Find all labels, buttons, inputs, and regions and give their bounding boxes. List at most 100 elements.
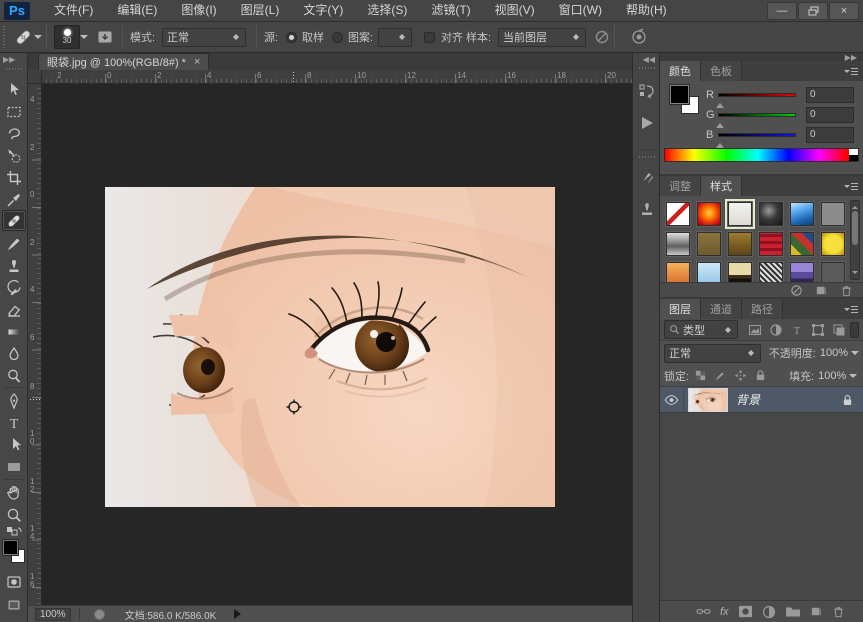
ruler-left[interactable]: 4 2 0 2 4 6 8 10 12 14 16	[28, 84, 42, 605]
style-swatch[interactable]	[697, 232, 721, 256]
style-swatch[interactable]	[790, 232, 814, 256]
new-style-button[interactable]	[815, 284, 828, 297]
tab-layers[interactable]: 图层	[660, 299, 701, 319]
tool-history-brush[interactable]	[2, 277, 26, 298]
opacity-control[interactable]: 100%	[820, 347, 859, 359]
filter-pixel-layers-icon[interactable]	[748, 323, 762, 337]
history-panel-button[interactable]	[636, 79, 658, 103]
menu-type[interactable]: 文字(Y)	[291, 0, 355, 21]
menu-edit[interactable]: 编辑(E)	[105, 0, 169, 21]
style-swatch[interactable]	[759, 232, 783, 256]
tablet-pressure-button[interactable]	[630, 22, 648, 52]
menu-filter[interactable]: 滤镜(T)	[419, 0, 482, 21]
tool-type[interactable]: T	[2, 412, 26, 433]
add-mask-button[interactable]	[738, 605, 753, 618]
status-options-arrow[interactable]	[234, 609, 246, 619]
style-swatch[interactable]	[821, 232, 845, 256]
restore-button[interactable]	[798, 2, 828, 20]
canvas[interactable]	[42, 84, 632, 605]
style-swatch[interactable]	[666, 232, 690, 256]
new-group-button[interactable]	[785, 605, 801, 618]
scroll-up-icon[interactable]	[852, 203, 858, 209]
dock-grip[interactable]	[633, 64, 659, 72]
lock-pixels-icon[interactable]	[714, 369, 727, 382]
menu-help[interactable]: 帮助(H)	[614, 0, 679, 21]
tool-dodge[interactable]	[2, 365, 26, 386]
tab-channels[interactable]: 通道	[701, 299, 742, 319]
delete-style-button[interactable]	[840, 284, 853, 297]
ruler-top[interactable]: 2 0 2 4 6 8 10 12 14 16 18 20	[42, 70, 632, 84]
menu-image[interactable]: 图像(I)	[169, 0, 228, 21]
dock-collapse-button[interactable]: ▶▶	[660, 53, 863, 61]
dock-collapse-button[interactable]: ◀◀	[633, 53, 659, 64]
foreground-background-swatches[interactable]	[2, 539, 28, 567]
toolbar-grip[interactable]	[0, 65, 27, 73]
tool-eraser[interactable]	[2, 299, 26, 320]
foreground-color-swatch[interactable]	[670, 85, 689, 104]
tool-blur[interactable]	[2, 343, 26, 364]
menu-view[interactable]: 视图(V)	[483, 0, 547, 21]
filter-type-select[interactable]: 类型	[664, 320, 738, 339]
style-swatch[interactable]	[759, 202, 783, 226]
clear-style-button[interactable]	[790, 284, 803, 297]
new-layer-button[interactable]	[810, 605, 823, 618]
lock-transparency-icon[interactable]	[694, 369, 707, 382]
color-spectrum-ramp[interactable]	[664, 148, 859, 162]
brush-panel-button[interactable]	[636, 165, 658, 189]
tool-lasso[interactable]	[2, 123, 26, 144]
menu-file[interactable]: 文件(F)	[42, 0, 105, 21]
blue-slider[interactable]	[718, 133, 796, 137]
tool-clone-stamp[interactable]	[2, 255, 26, 276]
layer-style-button[interactable]: fx	[720, 606, 729, 618]
filter-shape-layers-icon[interactable]	[811, 323, 825, 337]
swap-colors-button[interactable]	[2, 525, 26, 537]
green-value-field[interactable]: 0	[806, 107, 854, 123]
layer-name[interactable]: 背景	[736, 391, 760, 408]
filter-adjustment-layers-icon[interactable]	[769, 323, 783, 337]
options-grip[interactable]	[2, 22, 7, 52]
tool-healing-brush[interactable]	[2, 210, 26, 231]
pattern-picker[interactable]	[378, 22, 412, 52]
tool-move[interactable]	[2, 79, 26, 100]
document-image[interactable]	[105, 187, 555, 507]
layer-visibility-toggle[interactable]	[660, 387, 684, 413]
menu-select[interactable]: 选择(S)	[355, 0, 419, 21]
style-swatch-selected[interactable]	[728, 202, 752, 226]
clone-source-panel-button[interactable]	[636, 197, 658, 221]
filter-smart-objects-icon[interactable]	[832, 323, 846, 337]
blend-mode-select[interactable]: 正常	[664, 344, 761, 363]
tab-paths[interactable]: 路径	[742, 299, 783, 319]
ruler-origin-corner[interactable]	[28, 70, 42, 84]
panel-menu-icon[interactable]	[844, 183, 858, 191]
panel-menu-icon[interactable]	[844, 68, 858, 76]
style-swatch[interactable]	[821, 202, 845, 226]
zoom-level-field[interactable]: 100%	[35, 608, 71, 621]
sampled-radio[interactable]: 取样	[286, 22, 324, 52]
toolbar-collapse-button[interactable]: ▶▶	[0, 53, 27, 65]
active-tool-button[interactable]	[12, 22, 42, 52]
mode-select[interactable]: 正常	[162, 22, 246, 52]
blue-value-field[interactable]: 0	[806, 127, 854, 143]
tab-styles[interactable]: 样式	[701, 176, 742, 196]
toggle-panel-button[interactable]	[96, 22, 114, 52]
spectrum-bw-end[interactable]	[849, 149, 858, 161]
dock-grip[interactable]	[633, 153, 661, 161]
filter-type-layers-icon[interactable]: T	[790, 323, 804, 337]
tab-color[interactable]: 颜色	[660, 61, 701, 81]
tool-brush[interactable]	[2, 233, 26, 254]
link-layers-button[interactable]	[696, 605, 711, 618]
tool-rectangular-marquee[interactable]	[2, 101, 26, 122]
tool-zoom[interactable]	[2, 504, 26, 525]
actions-panel-button[interactable]	[636, 111, 658, 135]
tab-adjustments[interactable]: 调整	[660, 176, 701, 196]
ignore-adjustment-layers-button[interactable]	[594, 22, 610, 52]
styles-scrollbar[interactable]	[850, 200, 860, 280]
lock-position-icon[interactable]	[734, 369, 747, 382]
layer-thumbnail[interactable]	[688, 388, 728, 412]
tool-crop[interactable]	[2, 167, 26, 188]
slider-handle[interactable]	[716, 139, 724, 148]
scroll-down-icon[interactable]	[852, 271, 858, 277]
red-slider[interactable]	[718, 93, 796, 97]
sample-select[interactable]: 当前图层	[498, 22, 586, 52]
tool-eyedropper[interactable]	[2, 189, 26, 210]
